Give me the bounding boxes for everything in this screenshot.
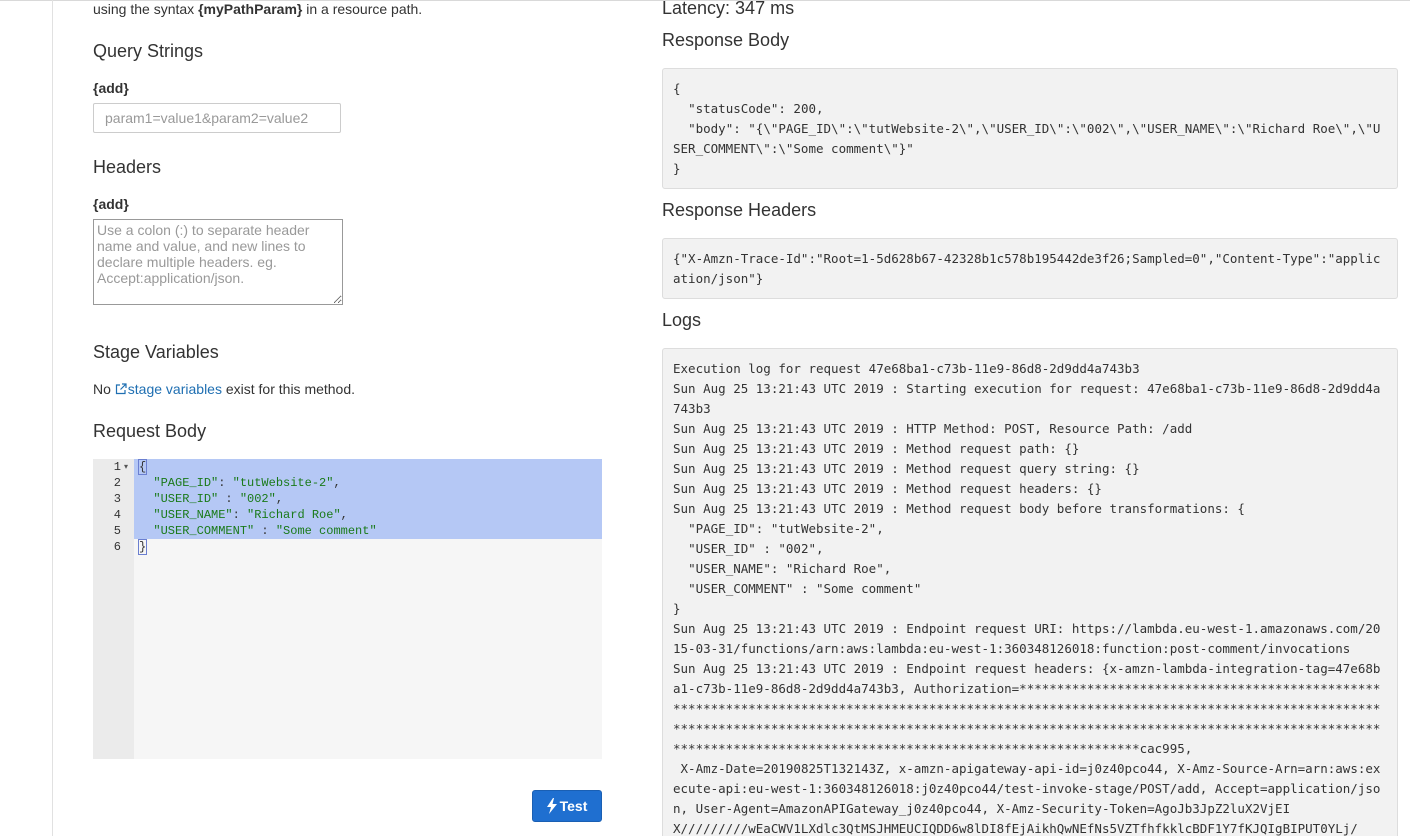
logs-panel: Execution log for request 47e68ba1-c73b-…	[662, 348, 1398, 836]
stage-variables-heading: Stage Variables	[93, 342, 219, 362]
line-number: 4	[113, 508, 121, 522]
response-headers-panel: {"X-Amzn-Trace-Id":"Root=1-5d628b67-4232…	[662, 238, 1398, 299]
code-line: "USER_NAME": "Richard Roe",	[153, 508, 348, 522]
headers-heading: Headers	[93, 157, 162, 177]
path-param-hint: using the syntax {myPathParam} in a reso…	[93, 1, 423, 17]
latency-readout: Latency: 347 ms	[662, 0, 795, 18]
lightning-bolt-icon	[546, 798, 557, 814]
editor-gutter: 1 ▾ 2 3 4 5 6	[93, 459, 134, 759]
line-number: 3	[113, 492, 121, 506]
stage-variables-text: No stage variables exist for this method…	[93, 381, 356, 397]
stage-variables-link[interactable]: stage variables	[115, 381, 222, 397]
fold-arrow-icon[interactable]: ▾	[124, 459, 128, 475]
code-line: }	[137, 539, 148, 555]
response-headers-heading: Response Headers	[662, 200, 817, 220]
line-number: 5	[113, 524, 121, 538]
code-line: "USER_ID" : "002",	[153, 492, 284, 506]
code-line: "USER_COMMENT" : "Some comment"	[153, 524, 377, 538]
line-number: 1	[113, 460, 121, 474]
request-body-editor[interactable]: 1 ▾ 2 3 4 5 6 { "PAGE_ID": "tutWebsite-2…	[93, 459, 602, 759]
line-number: 6	[113, 540, 121, 554]
external-link-icon	[115, 383, 127, 395]
response-body-panel: { "statusCode": 200, "body": "{\"PAGE_ID…	[662, 68, 1398, 189]
query-strings-input[interactable]	[93, 103, 341, 133]
code-line: "PAGE_ID": "tutWebsite-2",	[153, 476, 341, 490]
response-body-heading: Response Body	[662, 30, 790, 50]
headers-add-label: {add}	[93, 196, 129, 212]
code-line: {	[137, 459, 148, 475]
query-strings-add-label: {add}	[93, 80, 129, 96]
logs-heading: Logs	[662, 310, 702, 330]
line-number: 2	[113, 476, 121, 490]
query-strings-heading: Query Strings	[93, 41, 204, 61]
left-rail-divider	[52, 0, 53, 836]
request-body-heading: Request Body	[93, 421, 207, 441]
test-button[interactable]: Test	[532, 790, 602, 822]
headers-textarea[interactable]	[93, 219, 343, 305]
